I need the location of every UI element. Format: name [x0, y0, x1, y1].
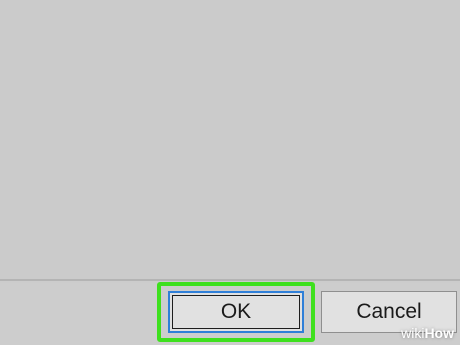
dialog-window: OK Cancel wikiHow: [0, 0, 460, 345]
cancel-button-label: Cancel: [356, 300, 422, 323]
watermark-wiki: wiki: [401, 325, 425, 341]
ok-button[interactable]: OK: [168, 291, 304, 333]
wikihow-watermark: wikiHow: [401, 325, 454, 341]
ok-button-label: OK: [220, 300, 252, 323]
watermark-how: How: [424, 325, 454, 341]
dialog-content-area: [0, 0, 460, 281]
